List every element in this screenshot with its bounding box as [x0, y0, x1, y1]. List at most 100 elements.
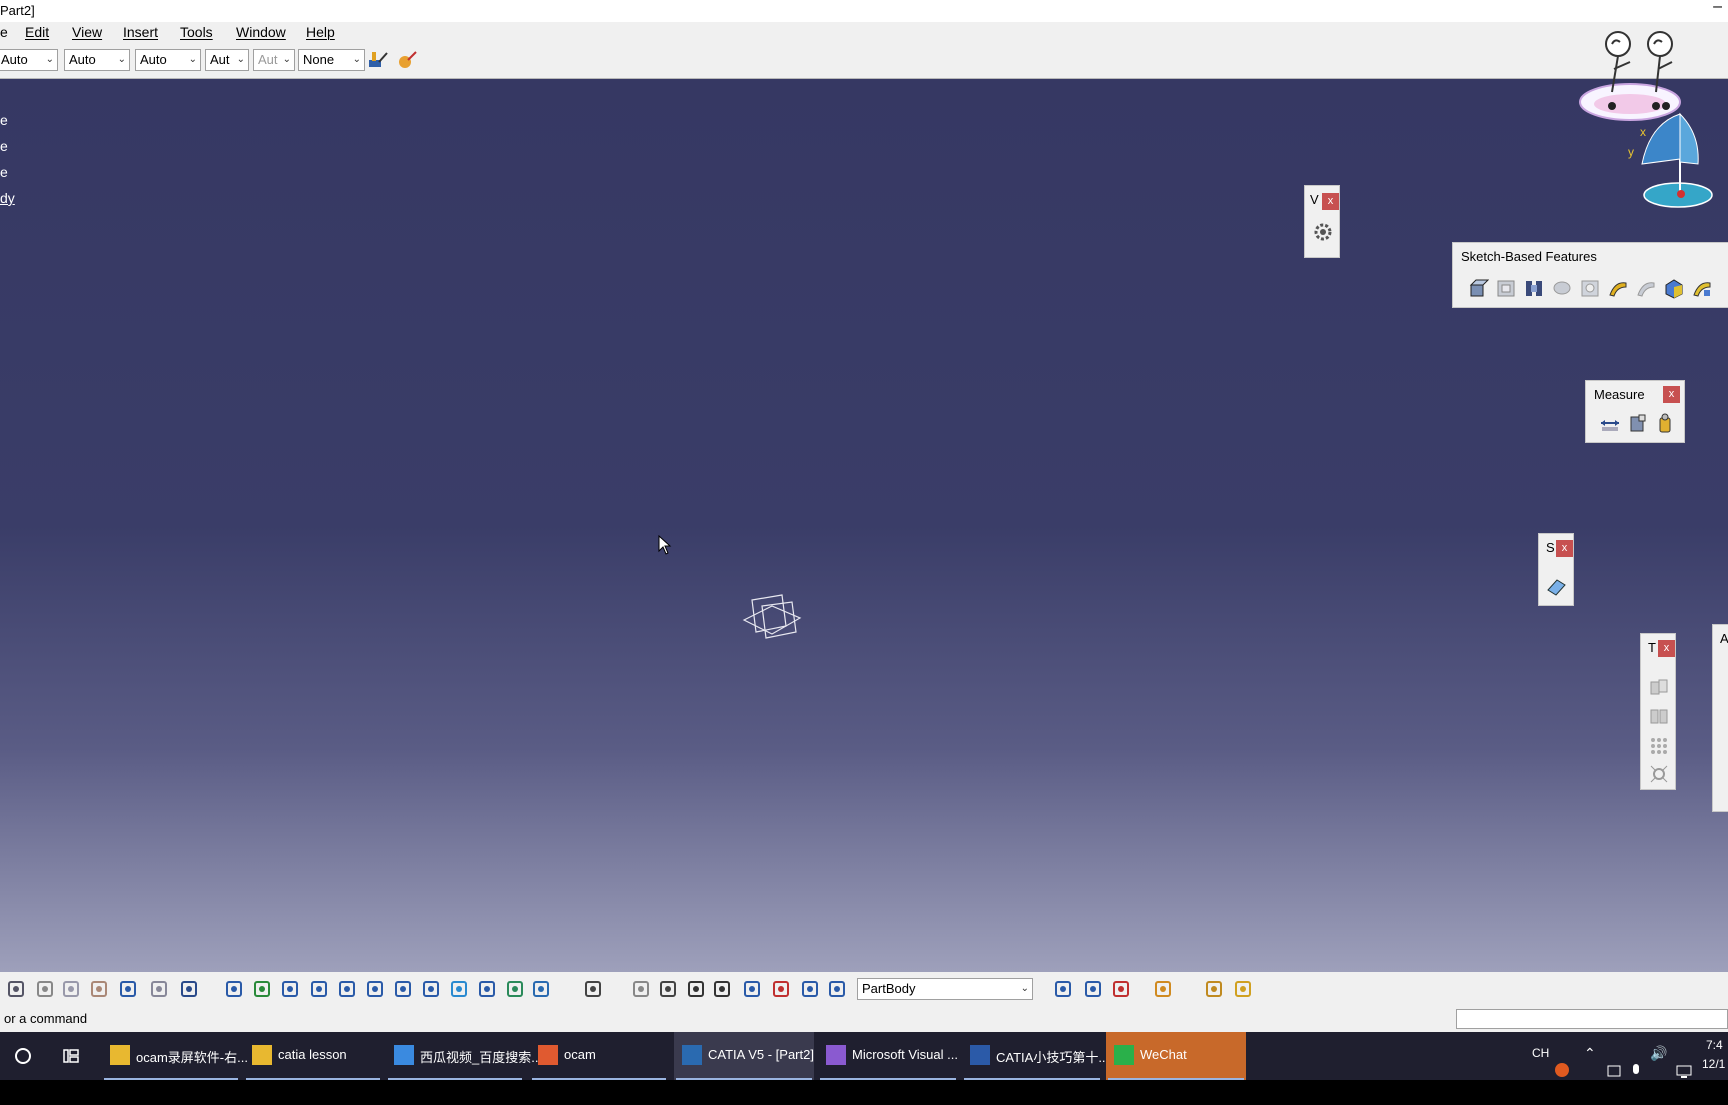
catalog-icon[interactable] [582, 978, 604, 1000]
fly-mode-icon[interactable] [223, 978, 245, 1000]
taskbar-item[interactable]: CATIA V5 - [Part2] [674, 1032, 814, 1080]
apply-material-icon[interactable] [1152, 978, 1174, 1000]
taskbar-item[interactable]: Microsoft Visual ... [818, 1032, 958, 1080]
menu-item-edit[interactable]: Edit [25, 24, 49, 40]
pan-icon[interactable] [279, 978, 301, 1000]
zoom-out-icon[interactable] [364, 978, 386, 1000]
copy-icon[interactable] [60, 978, 82, 1000]
line-thickness-combo[interactable]: Aut ⌄ [205, 49, 249, 71]
microphone-icon[interactable] [1630, 1047, 1642, 1095]
measure-item-icon[interactable] [1627, 412, 1649, 434]
close-icon[interactable]: x [1658, 640, 1675, 657]
fill-color-combo[interactable]: Auto ⌄ [0, 49, 58, 71]
axis-system-icon[interactable] [685, 978, 707, 1000]
rib-icon[interactable] [1607, 277, 1629, 299]
tree-item[interactable]: e [0, 112, 8, 128]
measure-inertia-icon[interactable] [711, 978, 733, 1000]
multi-view-icon[interactable] [420, 978, 442, 1000]
layer-combo[interactable]: None ⌄ [298, 49, 365, 71]
close-icon[interactable]: x [1663, 386, 1680, 403]
command-input[interactable] [1456, 1009, 1728, 1029]
taskbar-item[interactable]: 西瓜视频_百度搜索... [386, 1032, 542, 1080]
print-icon[interactable] [5, 978, 27, 1000]
translate-icon[interactable] [1648, 676, 1670, 698]
scale-icon[interactable] [1648, 763, 1670, 785]
remove-multi-sections-icon[interactable] [1691, 277, 1713, 299]
menu-item-insert[interactable]: Insert [123, 24, 158, 40]
surface-based-icon[interactable] [1545, 576, 1567, 598]
apply-material-icon[interactable] [396, 50, 418, 70]
compass-icon[interactable] [1560, 14, 1728, 219]
menu-item-tools[interactable]: Tools [180, 24, 213, 40]
tree-item-partbody[interactable]: dy [0, 190, 15, 206]
ime-language-indicator[interactable]: CH [1532, 1046, 1549, 1094]
chevron-down-icon: ⌄ [236, 54, 245, 65]
constraint-icon[interactable] [770, 978, 792, 1000]
pocket-icon[interactable] [1495, 277, 1517, 299]
sogou-ime-icon[interactable] [1554, 1046, 1570, 1094]
ordered-set-icon[interactable] [1110, 978, 1132, 1000]
cut-icon[interactable] [34, 978, 56, 1000]
3d-viewport[interactable]: e e e dy x y V x Sketch-Based Features M… [0, 31, 1728, 972]
shaft-icon[interactable] [1523, 277, 1545, 299]
taskbar-item[interactable]: CATIA小技巧第十... [962, 1032, 1109, 1080]
whats-this-icon[interactable] [178, 978, 200, 1000]
positioned-sketch-icon[interactable] [1232, 978, 1254, 1000]
shading-icon[interactable] [476, 978, 498, 1000]
redo-icon[interactable] [148, 978, 170, 1000]
geometrical-set-icon[interactable] [1082, 978, 1104, 1000]
line-type-combo[interactable]: Aut ⌄ [253, 49, 295, 71]
tree-item[interactable]: e [0, 138, 8, 154]
taskbar-item[interactable]: WeChat [1106, 1032, 1246, 1080]
measure-between-icon[interactable] [1599, 412, 1621, 434]
gear-icon[interactable] [1312, 221, 1334, 243]
zoom-in-icon[interactable] [336, 978, 358, 1000]
undo-icon[interactable] [117, 978, 139, 1000]
taskbar-item[interactable]: ocam录屏软件-右... [102, 1032, 248, 1080]
mirror-icon[interactable] [1648, 705, 1670, 727]
origin-planes-icon[interactable] [742, 592, 802, 646]
line-icon[interactable] [799, 978, 821, 1000]
clock-date[interactable]: 12/1 [1702, 1057, 1725, 1105]
network-icon[interactable] [1676, 1048, 1692, 1096]
paste-icon[interactable] [88, 978, 110, 1000]
sketcher-icon[interactable] [1203, 978, 1225, 1000]
rotate-icon[interactable] [308, 978, 330, 1000]
search-icon[interactable] [14, 1047, 32, 1065]
current-body-combo[interactable]: PartBody ⌄ [857, 978, 1033, 1000]
plane-icon[interactable] [741, 978, 763, 1000]
menu-item-view[interactable]: View [72, 24, 102, 40]
hole-icon[interactable] [1579, 277, 1601, 299]
hand-icon[interactable] [657, 978, 679, 1000]
pad-icon[interactable] [1467, 277, 1489, 299]
chevron-up-icon[interactable]: ⌃ [1584, 1045, 1596, 1093]
menu-item-file[interactable]: e [0, 24, 8, 40]
close-icon[interactable]: x [1556, 540, 1573, 557]
isometric-view-icon[interactable] [448, 978, 470, 1000]
multi-sections-solid-icon[interactable] [1663, 277, 1685, 299]
fit-all-icon[interactable] [251, 978, 273, 1000]
hide-show-icon[interactable] [504, 978, 526, 1000]
tree-item[interactable]: e [0, 164, 8, 180]
task-view-icon[interactable] [62, 1047, 80, 1065]
taskbar-item[interactable]: ocam [530, 1032, 668, 1080]
taskbar-item[interactable]: catia lesson [244, 1032, 382, 1080]
menu-item-help[interactable]: Help [306, 24, 335, 40]
slot-icon[interactable] [1635, 277, 1657, 299]
pattern-icon[interactable] [1648, 734, 1670, 756]
chevron-down-icon: ⌄ [188, 54, 197, 65]
sketch-icon[interactable] [826, 978, 848, 1000]
security-icon[interactable] [1606, 1047, 1622, 1095]
insert-body-icon[interactable] [1052, 978, 1074, 1000]
measure-inertia-icon[interactable] [1654, 412, 1676, 434]
groove-icon[interactable] [1551, 277, 1573, 299]
line-color-combo[interactable]: Auto ⌄ [135, 49, 201, 71]
close-icon[interactable]: x [1322, 193, 1339, 210]
normal-view-icon[interactable] [392, 978, 414, 1000]
speaker-icon[interactable]: 🔊 [1650, 1045, 1667, 1093]
transparency-combo[interactable]: Auto ⌄ [64, 49, 130, 71]
menu-item-window[interactable]: Window [236, 24, 286, 40]
painter-format-icon[interactable] [367, 50, 389, 70]
update-icon[interactable] [630, 978, 652, 1000]
swap-visible-icon[interactable] [530, 978, 552, 1000]
